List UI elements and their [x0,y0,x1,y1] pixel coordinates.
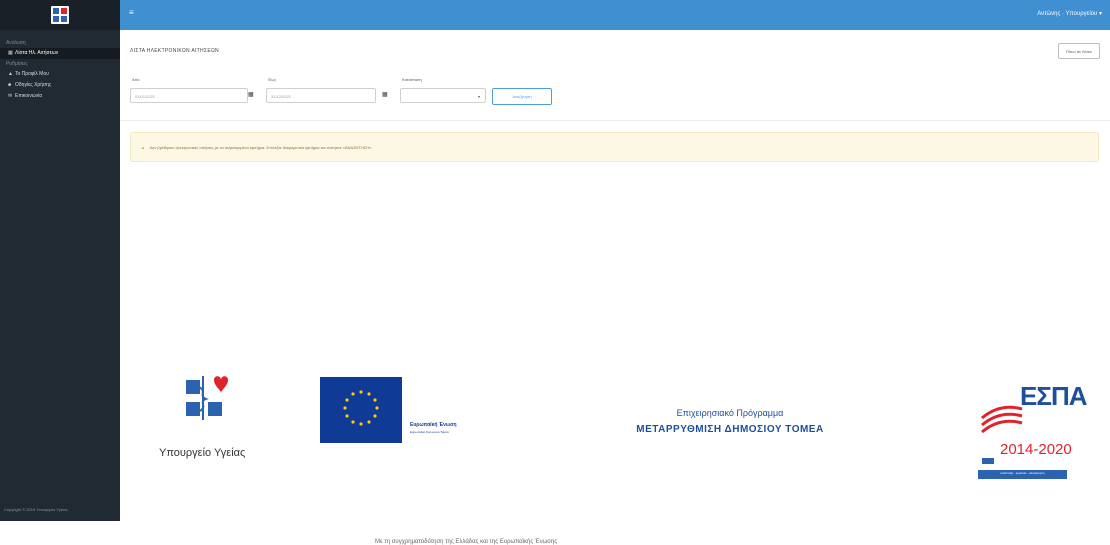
sidebar-item-profile[interactable]: ▲ Το Προφίλ Μου [0,69,120,80]
cofunding-text: Με τη συγχρηματοδότηση της Ελλάδας και τ… [375,539,558,545]
sidebar-section-analysis: Ανάλυση [6,40,26,46]
hamburger-menu-icon[interactable]: ≡ [129,8,134,17]
program-subtitle: ΜΕΤΑΡΡΥΘΜΙΣΗ ΔΗΜΟΣΙΟΥ ΤΟΜΕΑ [636,424,824,435]
sidebar: Ανάλυση ▦ Λίστα Ηλ. Αιτήσεων Ρυθμίσεις ▲… [0,0,120,521]
funding-banner: Υπουργείο Υγείας Ευρωπαϊκή Ένωση Ευρωπαϊ… [159,373,1100,503]
funding-logos [186,376,1067,479]
espa-years: 2014-2020 [1000,441,1072,458]
search-button[interactable]: Αναζήτηση [492,88,552,105]
ministry-name: Υπουργείο Υγείας [159,447,246,459]
status-label: Κατάσταση [402,77,422,82]
from-date-input[interactable]: 01/01/2021 [130,88,248,103]
chevron-down-icon: ▾ [477,94,480,99]
ministry-logo-icon [186,376,228,420]
sidebar-item-label: Επικοινωνία [15,93,43,99]
eu-title: Ευρωπαϊκή Ένωση [410,422,457,428]
eu-flag-icon [320,377,402,443]
app-logo[interactable] [0,0,120,30]
sidebar-item-applications[interactable]: ▦ Λίστα Ηλ. Αιτήσεων [0,48,120,59]
sidebar-footer: Copyright © 2019 Υπουργείο Υγείας [4,507,68,512]
espa-title: ΕΣΠΑ [1020,381,1087,411]
user-icon: ▲ [8,71,13,77]
warning-icon: ▲ [141,145,145,150]
sidebar-section-settings: Ρυθμίσεις [6,61,28,67]
sidebar-item-label: Λίστα Ηλ. Αιτήσεων [15,50,59,56]
topbar: ≡ Αντώνης · Υπουργείου ▾ [120,0,1110,30]
sidebar-item-guide[interactable]: ■ Οδηγίες Χρήσης [0,80,120,91]
from-date-label: Από [132,77,140,82]
user-menu[interactable]: Αντώνης · Υπουργείου ▾ [1037,10,1102,17]
main-content: ΛΙΣΤΑ ΗΛΕΚΤΡΟΝΙΚΩΝ ΑΙΤΗΣΕΩΝ Πίσω σε Λίστ… [120,30,1110,545]
logo-icon [51,6,69,24]
back-to-list-button[interactable]: Πίσω σε Λίστα [1058,43,1100,59]
calendar-icon[interactable]: ▦ [248,88,254,103]
book-icon: ■ [8,82,12,88]
page-title: ΛΙΣΤΑ ΗΛΕΚΤΡΟΝΙΚΩΝ ΑΙΤΗΣΕΩΝ [130,48,219,54]
sidebar-item-label: Οδηγίες Χρήσης [15,82,52,88]
to-date-label: Έως [268,77,277,82]
list-icon: ▦ [8,50,13,56]
envelope-icon: ✉ [8,93,13,99]
divider [120,120,1110,121]
alert-text: Δεν βρέθηκαν ηλεκτρονικές αιτήσεις με τα… [149,145,373,150]
program-title: Επιχειρησιακό Πρόγραμμα [676,408,784,418]
espa-subtitle: ανάπτυξη - εργασία - αλληλεγγύη [1000,471,1045,475]
calendar-icon[interactable]: ▦ [382,88,388,103]
to-date-input[interactable]: 31/12/2021 [266,88,376,103]
status-select[interactable]: ▾ [400,88,486,103]
no-results-alert: ▲ Δεν βρέθηκαν ηλεκτρονικές αιτήσεις με … [130,132,1099,162]
sidebar-item-label: Το Προφίλ Μου [15,71,49,77]
eu-subtitle: Ευρωπαϊκό Κοινωνικό Ταμείο [410,430,449,434]
sidebar-item-contact[interactable]: ✉ Επικοινωνία [0,91,120,102]
